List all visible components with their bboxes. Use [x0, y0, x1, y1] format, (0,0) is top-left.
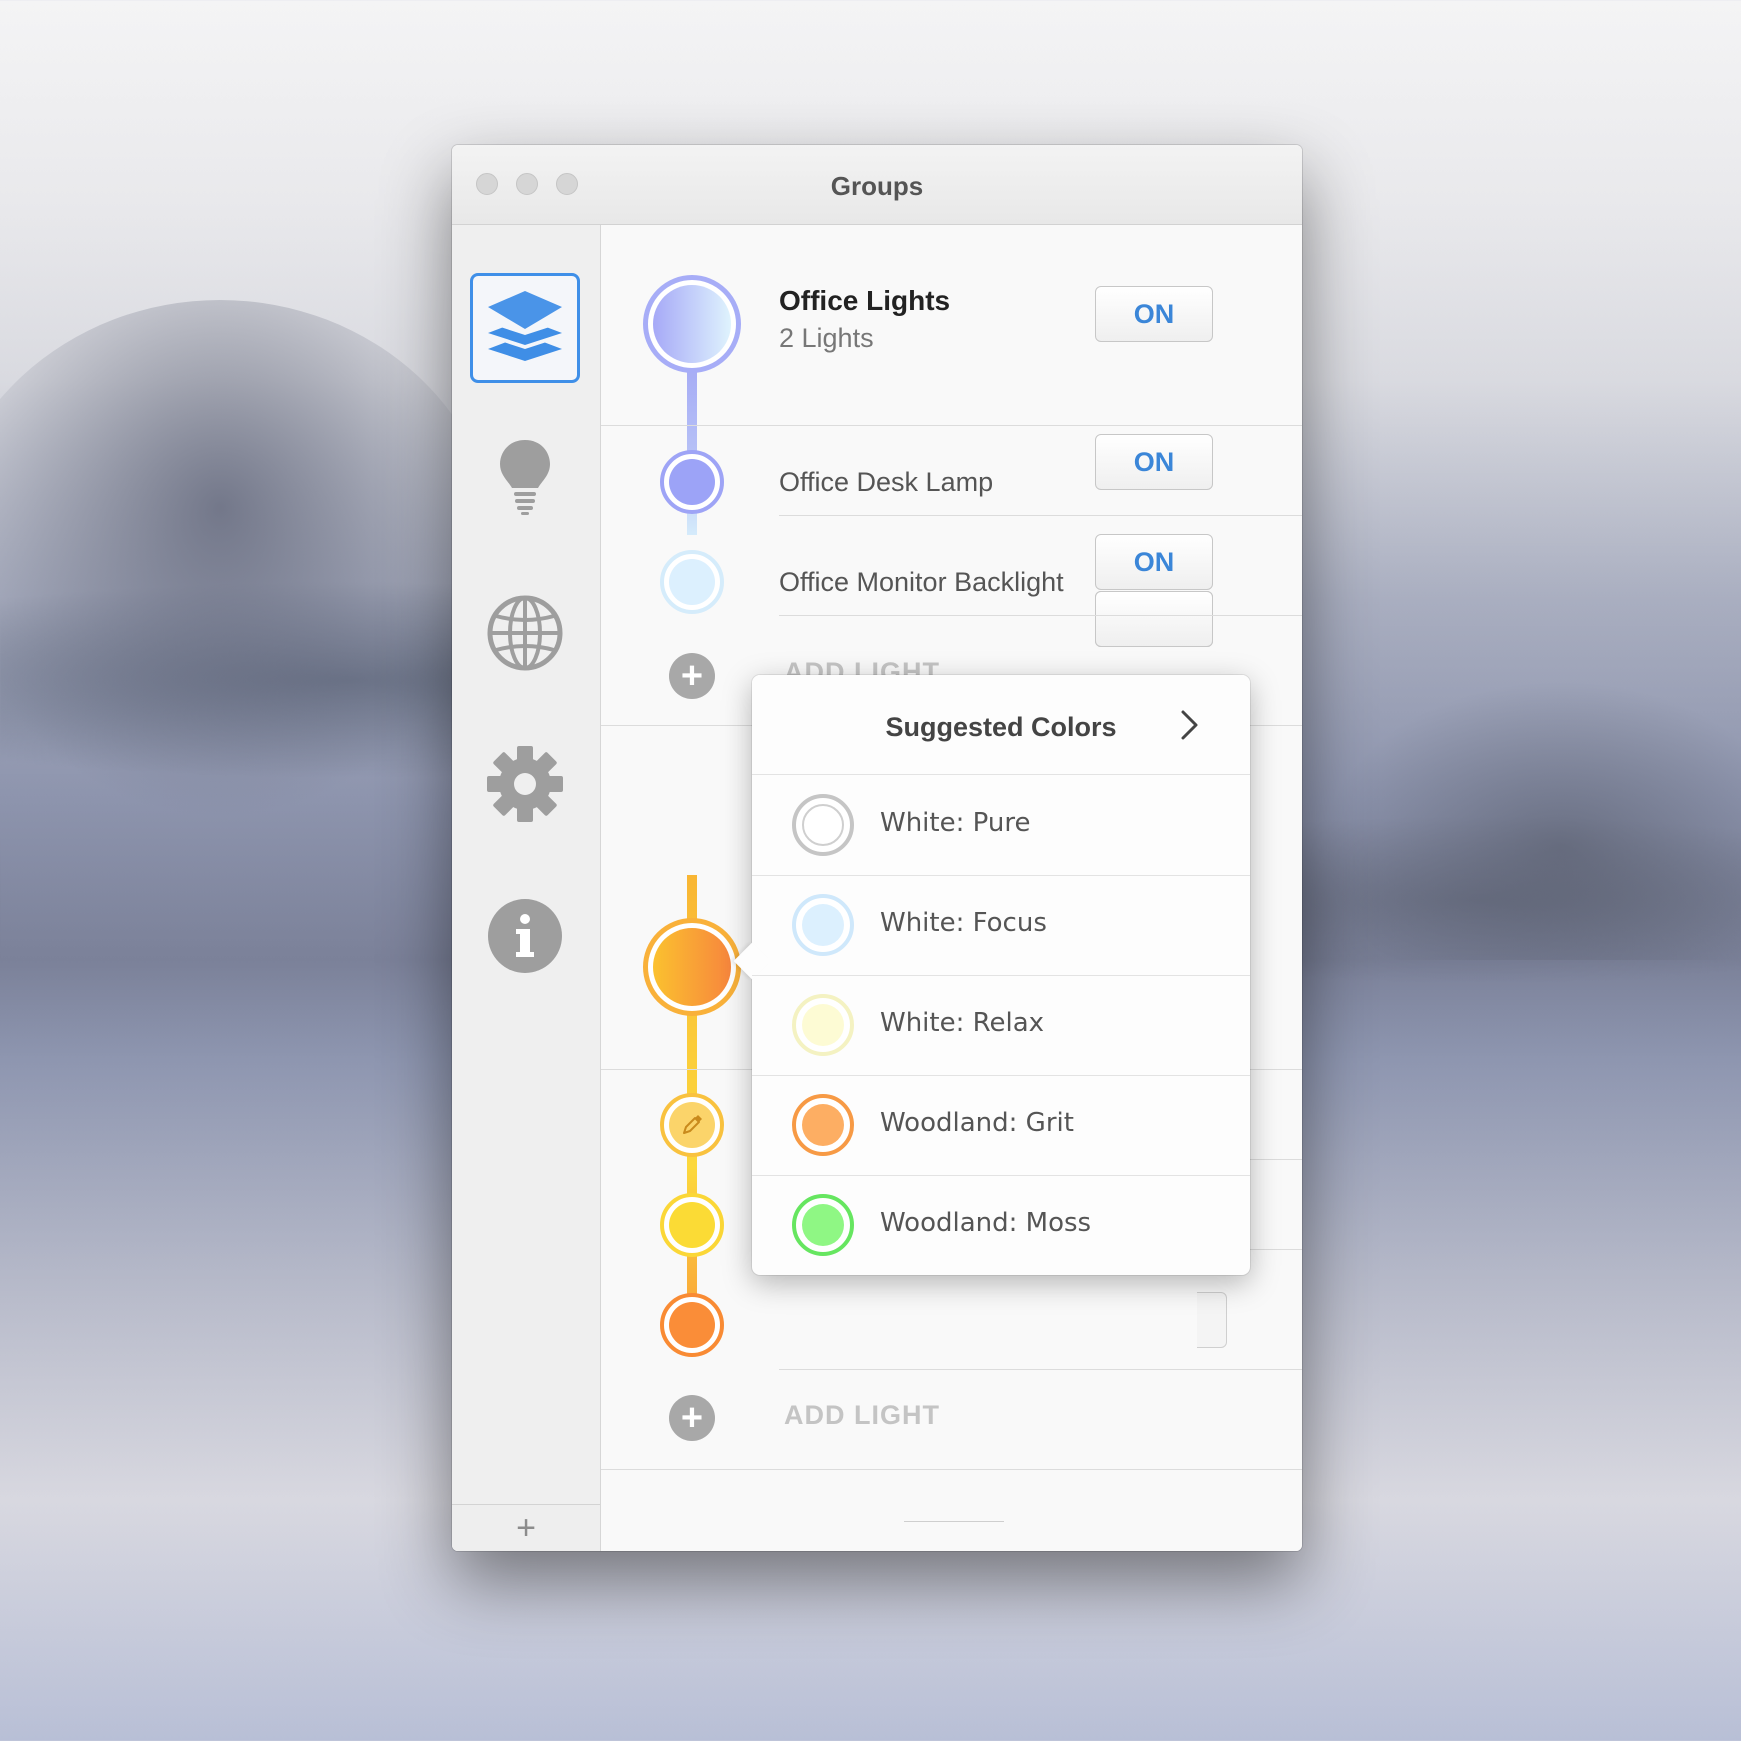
color-option-woodland-grit[interactable]: Woodland: Grit	[752, 1075, 1250, 1176]
info-icon	[487, 898, 563, 979]
color-swatch	[792, 1194, 854, 1256]
group-color-ring[interactable]	[643, 275, 741, 373]
light-color-swatch	[669, 559, 715, 605]
sidebar-item-info[interactable]	[470, 883, 580, 993]
divider	[601, 1469, 1302, 1470]
background-hill	[1321, 680, 1741, 960]
window-title: Groups	[830, 171, 924, 201]
light-color-swatch	[669, 459, 715, 505]
group-light-count: 2 Lights	[779, 323, 874, 353]
add-light-button[interactable]: +	[669, 653, 715, 699]
divider	[601, 425, 1302, 426]
divider	[779, 1369, 1302, 1370]
group-name: Office Lights	[779, 285, 951, 316]
divider	[779, 515, 1302, 516]
color-option-white-pure[interactable]: White: Pure	[752, 775, 1250, 876]
sidebar: +	[452, 225, 601, 1551]
layers-icon	[486, 290, 564, 366]
light-color-swatch	[669, 1102, 715, 1148]
globe-icon	[486, 594, 564, 677]
color-option-label: Woodland: Grit	[880, 1108, 1074, 1138]
color-swatch	[792, 1094, 854, 1156]
light-on-button[interactable]: ON	[1095, 434, 1213, 490]
chevron-right-icon[interactable]	[1180, 709, 1200, 746]
light-color-ring[interactable]	[660, 1093, 724, 1157]
add-light-button[interactable]: +	[669, 1395, 715, 1441]
color-option-woodland-moss[interactable]: Woodland: Moss	[752, 1175, 1250, 1275]
light-color-ring[interactable]	[660, 550, 724, 614]
light-color-ring[interactable]	[660, 1193, 724, 1257]
add-light-label[interactable]: ADD LIGHT	[784, 1400, 940, 1431]
sidebar-item-settings[interactable]	[470, 731, 580, 841]
light-name: Office Desk Lamp	[779, 467, 994, 497]
light-on-button[interactable]	[1197, 1292, 1227, 1348]
color-option-white-focus[interactable]: White: Focus	[752, 875, 1250, 976]
color-swatch	[792, 894, 854, 956]
light-color-swatch	[669, 1202, 715, 1248]
color-swatch	[792, 994, 854, 1056]
sidebar-item-world[interactable]	[470, 580, 580, 690]
color-option-label: Woodland: Moss	[880, 1208, 1092, 1238]
sidebar-item-lights[interactable]	[470, 425, 580, 535]
title-bar: Groups	[452, 145, 1302, 225]
list-end-marker	[904, 1521, 1004, 1522]
divider	[779, 615, 1302, 616]
group-color-ring[interactable]	[643, 918, 741, 1016]
sidebar-add-button[interactable]: +	[452, 1504, 600, 1551]
color-option-label: White: Pure	[880, 808, 1031, 838]
group-color-swatch	[653, 285, 731, 363]
suggested-colors-popover: Suggested Colors White: Pure White: Focu…	[733, 675, 1250, 1275]
light-color-swatch	[669, 1302, 715, 1348]
light-color-ring[interactable]	[660, 450, 724, 514]
light-on-button[interactable]: ON	[1095, 534, 1213, 590]
group-color-swatch	[653, 928, 731, 1006]
sidebar-item-groups[interactable]	[470, 273, 580, 383]
color-option-label: White: Focus	[880, 908, 1047, 938]
light-color-ring[interactable]	[660, 1293, 724, 1357]
color-swatch	[792, 794, 854, 856]
color-option-label: White: Relax	[880, 1008, 1045, 1038]
popover-title: Suggested Colors	[885, 712, 1117, 742]
eyedropper-icon	[680, 1113, 704, 1142]
group-on-button[interactable]: ON	[1095, 286, 1213, 342]
popover-header: Suggested Colors	[752, 675, 1250, 775]
light-name: Office Monitor Backlight	[779, 567, 1064, 597]
background-trees	[0, 300, 500, 820]
lightbulb-icon	[497, 438, 553, 523]
gear-icon	[486, 745, 564, 828]
color-option-white-relax[interactable]: White: Relax	[752, 975, 1250, 1076]
